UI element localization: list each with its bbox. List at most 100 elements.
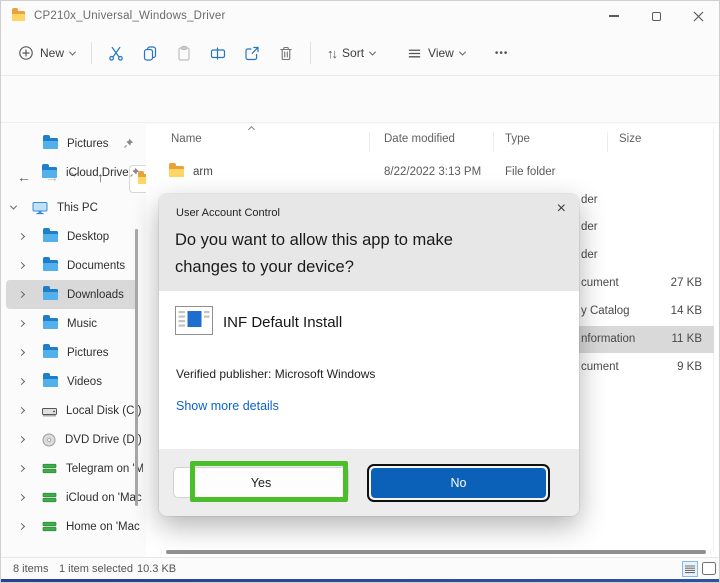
column-divider[interactable] xyxy=(493,132,494,152)
sidebar-item-local-disk-c[interactable]: Local Disk (C:) xyxy=(6,396,141,425)
details-view-button[interactable] xyxy=(682,561,698,577)
sidebar-item-videos[interactable]: Videos xyxy=(6,367,138,396)
chevron-right-icon[interactable] xyxy=(17,522,26,531)
title-bar: CP210x_Universal_Windows_Driver xyxy=(1,1,719,31)
network-drive-icon xyxy=(42,463,57,474)
chevron-right-icon[interactable] xyxy=(17,493,26,502)
rename-button[interactable] xyxy=(201,36,235,70)
chevron-down-icon xyxy=(458,48,466,56)
sidebar-item-icloud-drive[interactable]: iCloud Drive xyxy=(6,158,139,187)
window-controls xyxy=(593,1,719,31)
file-row-partial[interactable]: der xyxy=(579,187,714,214)
details-view-icon xyxy=(685,564,695,573)
close-button[interactable] xyxy=(677,1,719,31)
selection-size: 10.3 KB xyxy=(137,563,177,575)
file-row-arm[interactable]: arm 8/22/2022 3:13 PM File folder xyxy=(146,159,711,186)
copy-button[interactable] xyxy=(133,36,167,70)
dvd-icon xyxy=(42,433,56,446)
view-button[interactable]: View xyxy=(398,36,474,70)
computer-icon xyxy=(32,201,48,214)
chevron-right-icon[interactable] xyxy=(17,261,26,270)
new-plus-icon xyxy=(19,46,33,60)
sidebar-item-pictures[interactable]: Pictures xyxy=(6,129,138,158)
see-more-button[interactable]: ••• xyxy=(486,36,518,70)
chevron-down-icon xyxy=(68,48,77,56)
uac-dialog: User Account Control × Do you want to al… xyxy=(159,194,579,516)
folder-icon xyxy=(42,135,58,149)
folder-icon xyxy=(42,228,58,242)
network-drive-icon xyxy=(42,521,57,532)
disk-icon xyxy=(42,408,57,417)
uac-body: INF Default Install Verified publisher: … xyxy=(159,291,579,449)
column-header-size[interactable]: Size xyxy=(619,133,641,145)
chevron-down-icon xyxy=(368,48,377,56)
close-icon xyxy=(693,11,703,21)
command-bar: New ↑↓ Sort View ••• xyxy=(1,31,719,76)
sidebar-item-this-pc[interactable]: This PC xyxy=(6,193,138,222)
maximize-button[interactable] xyxy=(635,1,677,31)
column-divider[interactable] xyxy=(607,132,608,152)
sidebar-item-dvd-drive-d[interactable]: DVD Drive (D:) · xyxy=(6,425,143,454)
new-button[interactable]: New xyxy=(9,36,84,70)
sidebar-item-documents[interactable]: Documents xyxy=(6,251,138,280)
copy-icon xyxy=(143,45,157,61)
address-bar-row: ← → ↑ « Dow... › CP210x_Univ... ↻ xyxy=(1,77,719,193)
items-count: 8 items xyxy=(13,563,49,575)
file-row-partial[interactable]: der xyxy=(579,214,714,241)
paste-button[interactable] xyxy=(167,36,201,70)
status-bar: 8 items 1 item selected 10.3 KB xyxy=(1,557,719,579)
selection-status: 1 item selected xyxy=(59,563,133,575)
uac-header: User Account Control × Do you want to al… xyxy=(159,194,579,291)
sidebar-item-music[interactable]: Music xyxy=(6,309,138,338)
delete-button[interactable] xyxy=(269,36,303,70)
folder-icon xyxy=(169,163,184,177)
sidebar-item-icloud-mac[interactable]: iCloud on 'Mac xyxy=(6,483,142,512)
column-header-type[interactable]: Type xyxy=(505,133,530,145)
uac-footer: Yes No xyxy=(159,449,579,516)
column-divider[interactable] xyxy=(369,132,370,152)
chevron-right-icon[interactable] xyxy=(17,348,26,357)
show-more-details-link[interactable]: Show more details xyxy=(176,399,279,413)
horizontal-scrollbar[interactable] xyxy=(166,550,706,554)
divider xyxy=(310,42,312,64)
minimize-icon xyxy=(609,15,619,17)
sidebar-item-desktop[interactable]: Desktop xyxy=(6,222,138,251)
folder-icon xyxy=(42,257,58,271)
column-header-name[interactable]: Name xyxy=(171,133,202,145)
chevron-down-icon[interactable] xyxy=(9,202,18,210)
file-row-partial[interactable]: cument 27 KB xyxy=(579,270,714,297)
window-title: CP210x_Universal_Windows_Driver xyxy=(34,10,226,22)
file-row-partial[interactable]: cument 9 KB xyxy=(579,354,714,381)
yes-button[interactable]: Yes xyxy=(173,467,349,498)
sidebar-item-pictures-2[interactable]: Pictures xyxy=(6,338,138,367)
file-row-partial[interactable]: y Catalog 14 KB xyxy=(579,298,714,325)
chevron-right-icon[interactable] xyxy=(17,319,26,328)
chevron-right-icon[interactable] xyxy=(17,406,26,415)
cut-button[interactable] xyxy=(99,36,133,70)
folder-icon xyxy=(42,164,57,178)
chevron-right-icon[interactable] xyxy=(17,377,26,386)
file-row-partial-selected[interactable]: nformation 11 KB xyxy=(579,326,714,353)
folder-icon xyxy=(42,315,58,329)
sort-button[interactable]: ↑↓ Sort xyxy=(318,36,384,70)
chevron-right-icon[interactable] xyxy=(17,464,26,473)
thumbnail-view-button[interactable] xyxy=(702,562,716,575)
sidebar-item-downloads[interactable]: Downloads xyxy=(6,280,138,309)
minimize-button[interactable] xyxy=(593,1,635,31)
sidebar-item-telegram[interactable]: Telegram on 'M xyxy=(6,454,143,483)
column-header-date-modified[interactable]: Date modified xyxy=(384,133,455,145)
chevron-right-icon[interactable] xyxy=(17,435,26,444)
network-drive-icon xyxy=(42,492,57,503)
file-row-partial[interactable]: der xyxy=(579,242,714,269)
chevron-right-icon[interactable] xyxy=(17,290,26,299)
divider xyxy=(91,42,93,64)
uac-app-name: INF Default Install xyxy=(223,314,343,331)
share-button[interactable] xyxy=(235,36,269,70)
view-lines-icon xyxy=(408,49,421,57)
close-icon[interactable]: × xyxy=(557,200,566,218)
sidebar-item-home-mac[interactable]: Home on 'Mac xyxy=(6,512,140,541)
sort-arrows-icon: ↑↓ xyxy=(327,45,338,61)
no-button[interactable]: No xyxy=(371,468,546,498)
chevron-right-icon[interactable] xyxy=(17,232,26,241)
sidebar-scrollbar[interactable] xyxy=(135,229,138,506)
